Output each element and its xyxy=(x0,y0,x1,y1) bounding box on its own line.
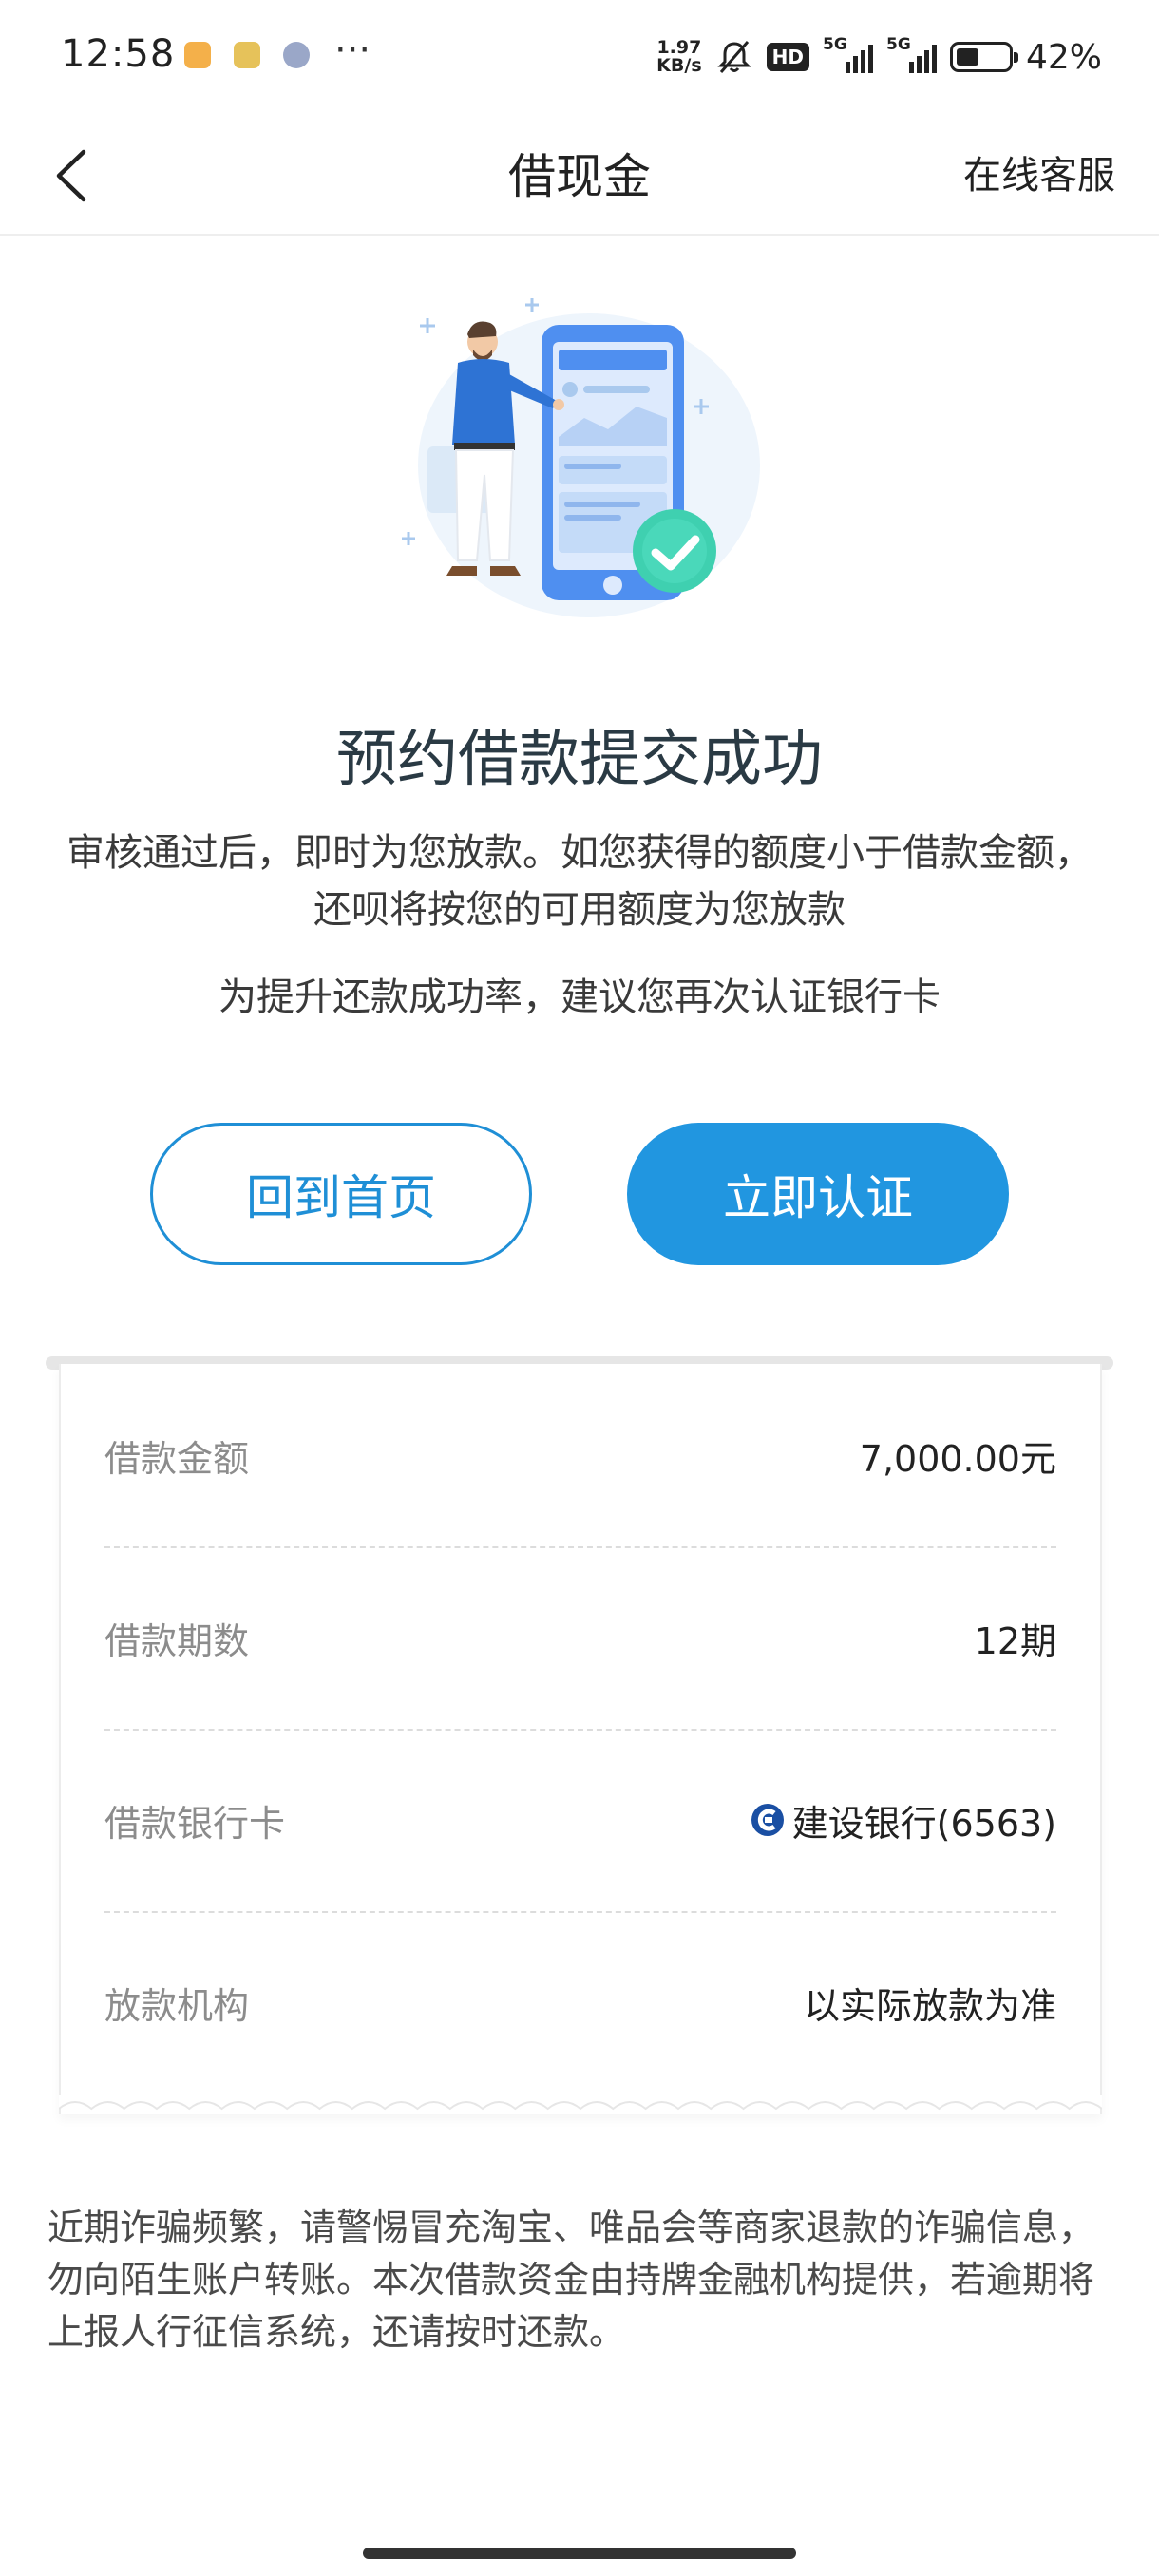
detail-row-amount: 借款金额 7,000.00元 xyxy=(104,1364,1056,1546)
result-description: 审核通过后，即时为您放款。如您获得的额度小于借款金额，还呗将按您的可用额度为您放… xyxy=(66,831,1092,932)
signal-strength-icon: 5G xyxy=(823,35,873,73)
back-to-home-button[interactable]: 回到首页 xyxy=(150,1123,532,1265)
status-time: 12:58 xyxy=(61,32,176,76)
detail-label: 借款金额 xyxy=(104,1437,250,1480)
hd-voice-badge: HD xyxy=(766,43,809,71)
detail-label: 借款银行卡 xyxy=(104,1802,286,1845)
status-bar: 12:58 ··· 1.97 KB/s HD 5G 5G 42% xyxy=(0,0,1159,114)
calendar-notification-icon xyxy=(234,42,260,68)
detail-row-bank-card: 借款银行卡 建设银行(6563) xyxy=(104,1729,1056,1911)
verify-now-button[interactable]: 立即认证 xyxy=(627,1123,1009,1265)
network-speed: 1.97 KB/s xyxy=(656,37,702,76)
detail-row-terms: 借款期数 12期 xyxy=(104,1546,1056,1729)
result-title: 预约借款提交成功 xyxy=(336,725,823,795)
detail-value: 以实际放款为准 xyxy=(803,1984,1056,2027)
result-suggestion: 为提升还款成功率，建议您再次认证银行卡 xyxy=(218,975,940,1019)
online-service-link[interactable]: 在线客服 xyxy=(963,144,1115,199)
loan-details-card: 借款金额 7,000.00元 借款期数 12期 借款银行卡 建设银行(6563)… xyxy=(59,1364,1102,2114)
detail-value: 建设银行(6563) xyxy=(791,1802,1056,1845)
mute-bell-icon xyxy=(717,41,751,73)
detail-label: 借款期数 xyxy=(104,1619,250,1662)
more-notifications-icon: ··· xyxy=(334,28,371,72)
battery-icon xyxy=(949,42,1018,72)
receipt-scalloped-edge xyxy=(59,2095,1102,2111)
page: 12:58 ··· 1.97 KB/s HD 5G 5G 42% 借现金 在线客… xyxy=(0,0,1159,2576)
detail-label: 放款机构 xyxy=(104,1984,250,2027)
anti-fraud-notice: 近期诈骗频繁，请警惕冒充淘宝、唯品会等商家退款的诈骗信息，勿向陌生账户转账。本次… xyxy=(48,2207,1095,2353)
detail-row-lender: 放款机构 以实际放款为准 xyxy=(104,1911,1056,2093)
success-illustration xyxy=(402,298,760,617)
ccb-bank-logo-icon xyxy=(750,1804,784,1836)
notification-app-icon xyxy=(184,42,211,68)
detail-value: 12期 xyxy=(974,1619,1056,1662)
signal-strength-icon: 5G xyxy=(886,35,937,73)
home-indicator[interactable] xyxy=(363,2548,796,2559)
detail-value: 7,000.00元 xyxy=(859,1437,1056,1480)
app-notification-icon xyxy=(283,42,310,68)
battery-percent: 42% xyxy=(1025,37,1102,77)
status-indicators: 1.97 KB/s HD 5G 5G 42% xyxy=(656,34,1102,80)
bank-card-value: 建设银行(6563) xyxy=(750,1794,1056,1847)
navigation-bar: 借现金 在线客服 xyxy=(0,114,1159,236)
